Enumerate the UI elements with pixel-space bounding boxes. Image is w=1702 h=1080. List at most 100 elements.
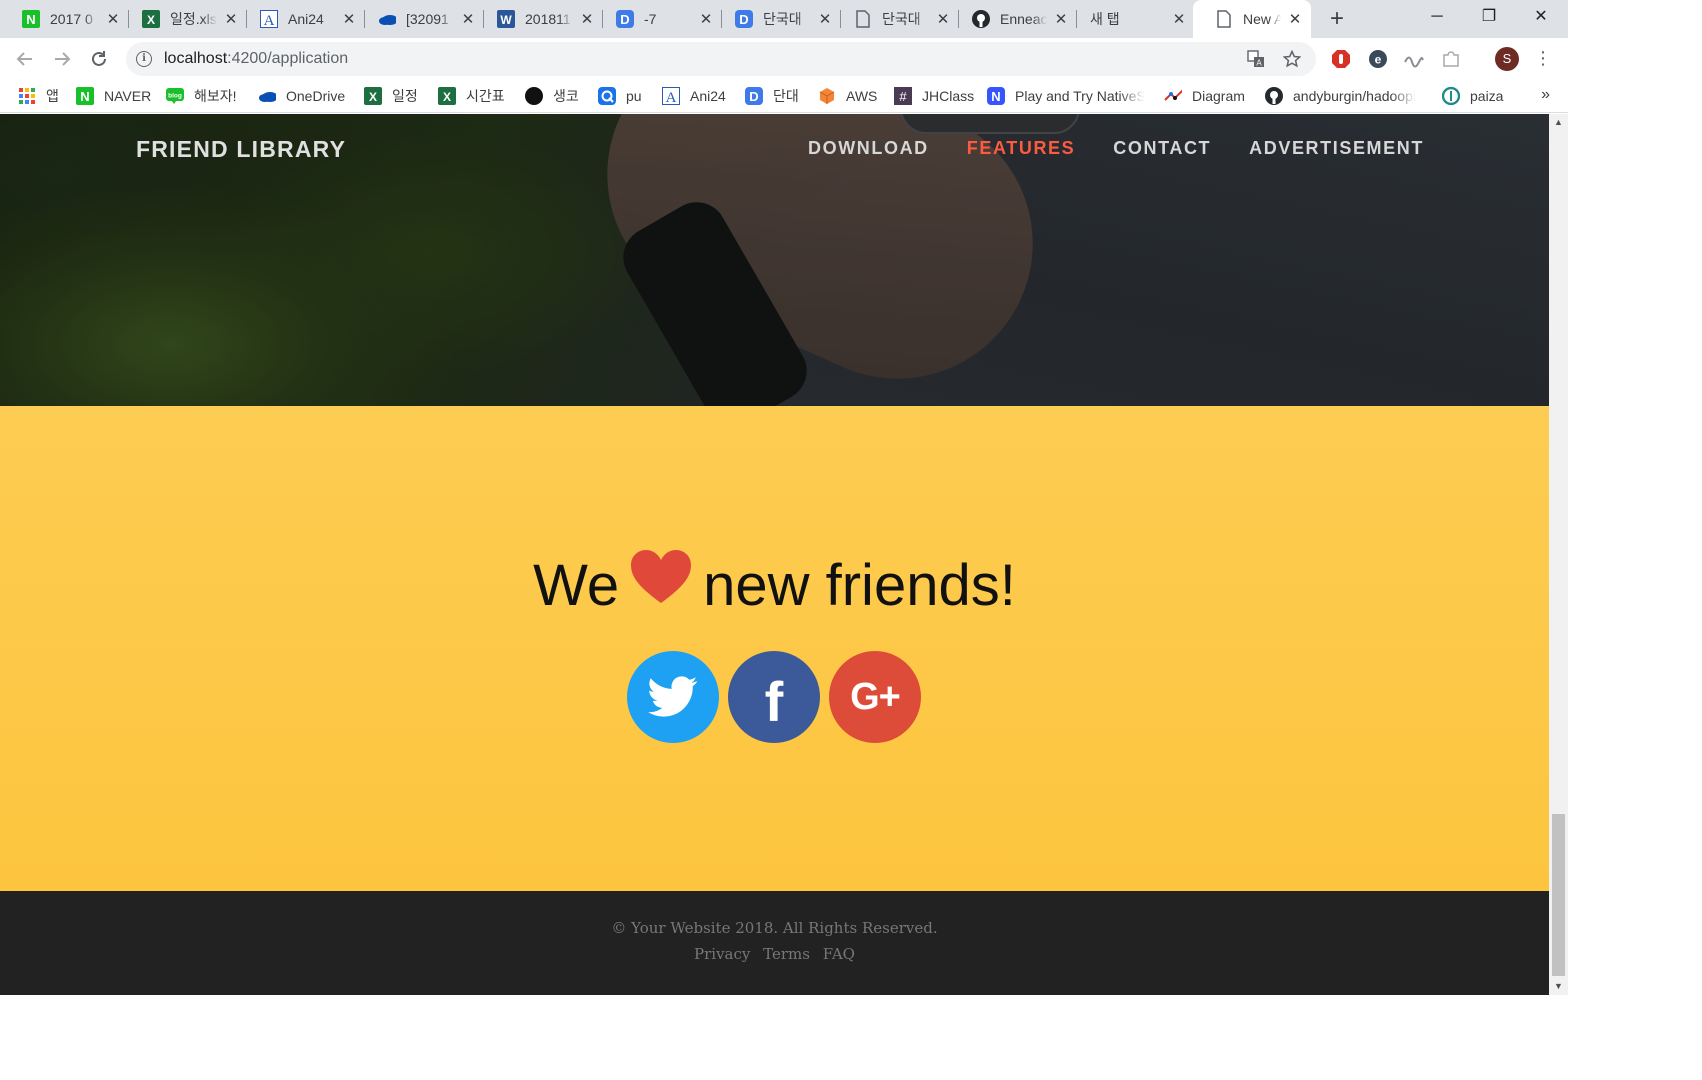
arrow-left-icon — [16, 52, 32, 66]
onedrive-icon — [258, 87, 276, 105]
tab-close-icon[interactable]: ✕ — [579, 10, 595, 28]
svg-text:#: # — [899, 89, 907, 104]
ani24-icon: A — [662, 87, 680, 105]
bookmark-label: 일정 — [392, 88, 418, 104]
scroll-down-arrow-icon[interactable]: ▼ — [1549, 978, 1568, 995]
tab[interactable]: W 201811 ✕ — [475, 0, 603, 38]
adblock-icon[interactable] — [1331, 49, 1351, 69]
bookmark-jhclass[interactable]: # JHClass — [894, 86, 974, 106]
extension-puzzle-icon[interactable] — [1441, 49, 1461, 69]
headline-text-end: new friends! — [703, 553, 1016, 618]
tab[interactable]: Enneac ✕ — [950, 0, 1077, 38]
arrow-right-icon — [55, 52, 71, 66]
naver-icon: N — [22, 10, 40, 28]
tab-active[interactable]: New A ✕ — [1193, 0, 1311, 38]
tab-close-icon[interactable]: ✕ — [935, 10, 951, 28]
back-button[interactable] — [10, 44, 40, 74]
tab-close-icon[interactable]: ✕ — [698, 10, 714, 28]
footer-link-faq[interactable]: FAQ — [823, 945, 855, 963]
translate-icon[interactable]: A — [1246, 50, 1266, 70]
extension-e-icon[interactable]: e — [1368, 49, 1388, 69]
svg-text:D: D — [749, 89, 758, 104]
address-bar[interactable]: i localhost:4200/application A — [126, 42, 1316, 76]
bookmark-dankook[interactable]: D 단대 — [745, 86, 799, 106]
tab-close-icon[interactable]: ✕ — [1053, 10, 1069, 28]
site-info-icon[interactable]: i — [136, 51, 152, 67]
tab[interactable]: 새 탭 ✕ — [1068, 0, 1195, 38]
maximize-button[interactable]: ❐ — [1463, 0, 1515, 34]
bookmarks-overflow-button[interactable]: » — [1541, 86, 1550, 104]
new-tab-button[interactable]: + — [1323, 5, 1351, 33]
bookmark-nativescript[interactable]: N Play and Try NativeS — [987, 86, 1145, 106]
reload-icon — [92, 51, 106, 66]
nav-download[interactable]: DOWNLOAD — [808, 138, 929, 159]
bookmark-schedule[interactable]: X 일정 — [364, 86, 418, 106]
tab[interactable]: N 2017 0 ✕ — [0, 0, 129, 38]
bookmark-label: pu — [626, 88, 642, 104]
bookmark-timetable[interactable]: X 시간표 — [438, 86, 505, 106]
url-text[interactable]: localhost:4200/application — [164, 50, 348, 68]
github-icon — [972, 10, 990, 28]
bookmark-label: AWS — [846, 88, 878, 104]
tab[interactable]: D 단국대 ✕ — [713, 0, 841, 38]
tab[interactable]: A Ani24 ✕ — [238, 0, 365, 38]
close-window-button[interactable]: ✕ — [1515, 0, 1567, 34]
bookmark-paiza[interactable]: paiza — [1442, 86, 1503, 106]
bookmark-aws[interactable]: AWS — [818, 86, 877, 106]
bookmark-blog[interactable]: blog 해보자! — [166, 86, 237, 106]
tab[interactable]: 단국대 ✕ — [832, 0, 959, 38]
profile-avatar[interactable]: S — [1495, 47, 1519, 71]
tab[interactable]: D -7 ✕ — [594, 0, 722, 38]
tab-title: 새 탭 — [1090, 11, 1120, 27]
tab-close-icon[interactable]: ✕ — [460, 10, 476, 28]
forward-button[interactable] — [47, 44, 77, 74]
bookmark-ani24[interactable]: A Ani24 — [662, 86, 726, 106]
tab-close-icon[interactable]: ✕ — [341, 10, 357, 28]
minimize-button[interactable]: ─ — [1411, 0, 1463, 34]
bookmark-label: 생코 — [553, 88, 579, 104]
excel-icon: X — [142, 10, 160, 28]
bookmark-naver[interactable]: N NAVER — [76, 86, 151, 106]
twitter-button[interactable] — [627, 651, 719, 743]
nav-contact[interactable]: CONTACT — [1113, 138, 1211, 159]
document-icon — [854, 10, 872, 28]
tab-close-icon[interactable]: ✕ — [223, 10, 239, 28]
nav-advertisement[interactable]: ADVERTISEMENT — [1249, 138, 1424, 159]
nav-features[interactable]: FEATURES — [967, 138, 1075, 159]
tab-close-icon[interactable]: ✕ — [1171, 10, 1187, 28]
facebook-button[interactable]: f — [728, 651, 820, 743]
footer-link-privacy[interactable]: Privacy — [694, 945, 750, 963]
page-scrollbar[interactable]: ▲ ▼ — [1549, 114, 1568, 995]
tab-close-icon[interactable]: ✕ — [1287, 10, 1303, 28]
bookmark-pu[interactable]: pu — [598, 86, 642, 106]
hero-image: FRIEND LIBRARY DOWNLOAD FEATURES CONTACT… — [0, 114, 1549, 406]
tab[interactable]: X 일정.xls ✕ — [120, 0, 247, 38]
bookmark-apps[interactable]: 앱 — [18, 86, 59, 106]
scroll-up-arrow-icon[interactable]: ▲ — [1549, 114, 1568, 131]
tab-title: 2017 0 — [50, 11, 93, 27]
tab-close-icon[interactable]: ✕ — [105, 10, 121, 28]
menu-dots-icon[interactable]: ⋮ — [1533, 47, 1553, 71]
google-plus-icon: G+ — [850, 675, 901, 718]
tab-title: -7 — [644, 11, 657, 27]
site-brand[interactable]: FRIEND LIBRARY — [136, 136, 346, 163]
tab[interactable]: [32091 ✕ — [356, 0, 484, 38]
bookmark-saengko[interactable]: 생코 — [525, 86, 579, 106]
bookmark-diagram[interactable]: Diagram — [1164, 86, 1245, 106]
n-icon: N — [987, 87, 1005, 105]
bookmark-onedrive[interactable]: OneDrive — [258, 86, 345, 106]
svg-text:e: e — [1375, 53, 1382, 67]
reload-button[interactable] — [84, 44, 114, 74]
social-links: f G+ — [627, 651, 930, 743]
footer-link-terms[interactable]: Terms — [763, 945, 810, 963]
cta-section: We new friends! f G+ — [0, 406, 1549, 891]
blog-icon: blog — [166, 87, 184, 105]
star-icon[interactable] — [1282, 49, 1302, 70]
black-circle-icon — [525, 87, 543, 105]
scrollbar-thumb[interactable] — [1552, 814, 1565, 976]
extension-wave-icon[interactable] — [1404, 49, 1424, 69]
google-plus-button[interactable]: G+ — [829, 651, 921, 743]
naver-icon: N — [76, 87, 94, 105]
tab-close-icon[interactable]: ✕ — [817, 10, 833, 28]
bookmark-hadoopi[interactable]: andyburgin/hadoopi — [1265, 86, 1416, 106]
